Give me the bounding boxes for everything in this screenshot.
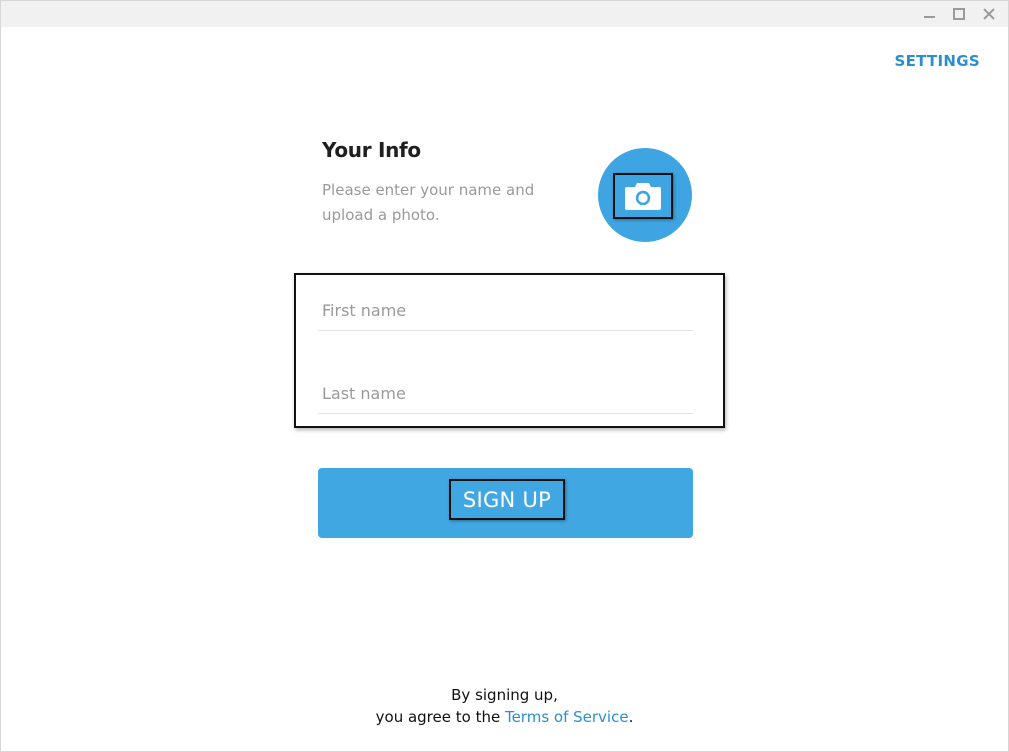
- maximize-button[interactable]: [945, 1, 973, 27]
- footer-line-2: you agree to the Terms of Service.: [1, 706, 1008, 728]
- close-button[interactable]: [975, 1, 1003, 27]
- last-name-field-wrapper: [318, 374, 693, 414]
- minimize-icon: [923, 16, 935, 18]
- camera-icon: [625, 183, 661, 210]
- last-name-input[interactable]: [322, 374, 682, 412]
- page-title: Your Info: [322, 138, 421, 162]
- settings-button[interactable]: SETTINGS: [894, 52, 980, 70]
- first-name-input[interactable]: [322, 291, 682, 329]
- first-name-field-wrapper: [318, 291, 693, 331]
- close-icon: [983, 8, 995, 20]
- terms-footer: By signing up, you agree to the Terms of…: [1, 684, 1008, 728]
- footer-prefix: you agree to the: [375, 708, 505, 726]
- minimize-button[interactable]: [915, 1, 943, 27]
- footer-line-1: By signing up,: [451, 686, 558, 704]
- info-description: Please enter your name and upload a phot…: [322, 181, 535, 224]
- app-window: SETTINGS Your Info Please enter your nam…: [0, 0, 1009, 752]
- sign-up-label[interactable]: SIGN UP: [449, 479, 565, 520]
- title-bar: [1, 1, 1008, 27]
- maximize-icon: [953, 8, 965, 20]
- terms-of-service-link[interactable]: Terms of Service: [505, 708, 629, 726]
- footer-suffix: .: [628, 708, 634, 726]
- upload-photo-target[interactable]: [613, 173, 673, 219]
